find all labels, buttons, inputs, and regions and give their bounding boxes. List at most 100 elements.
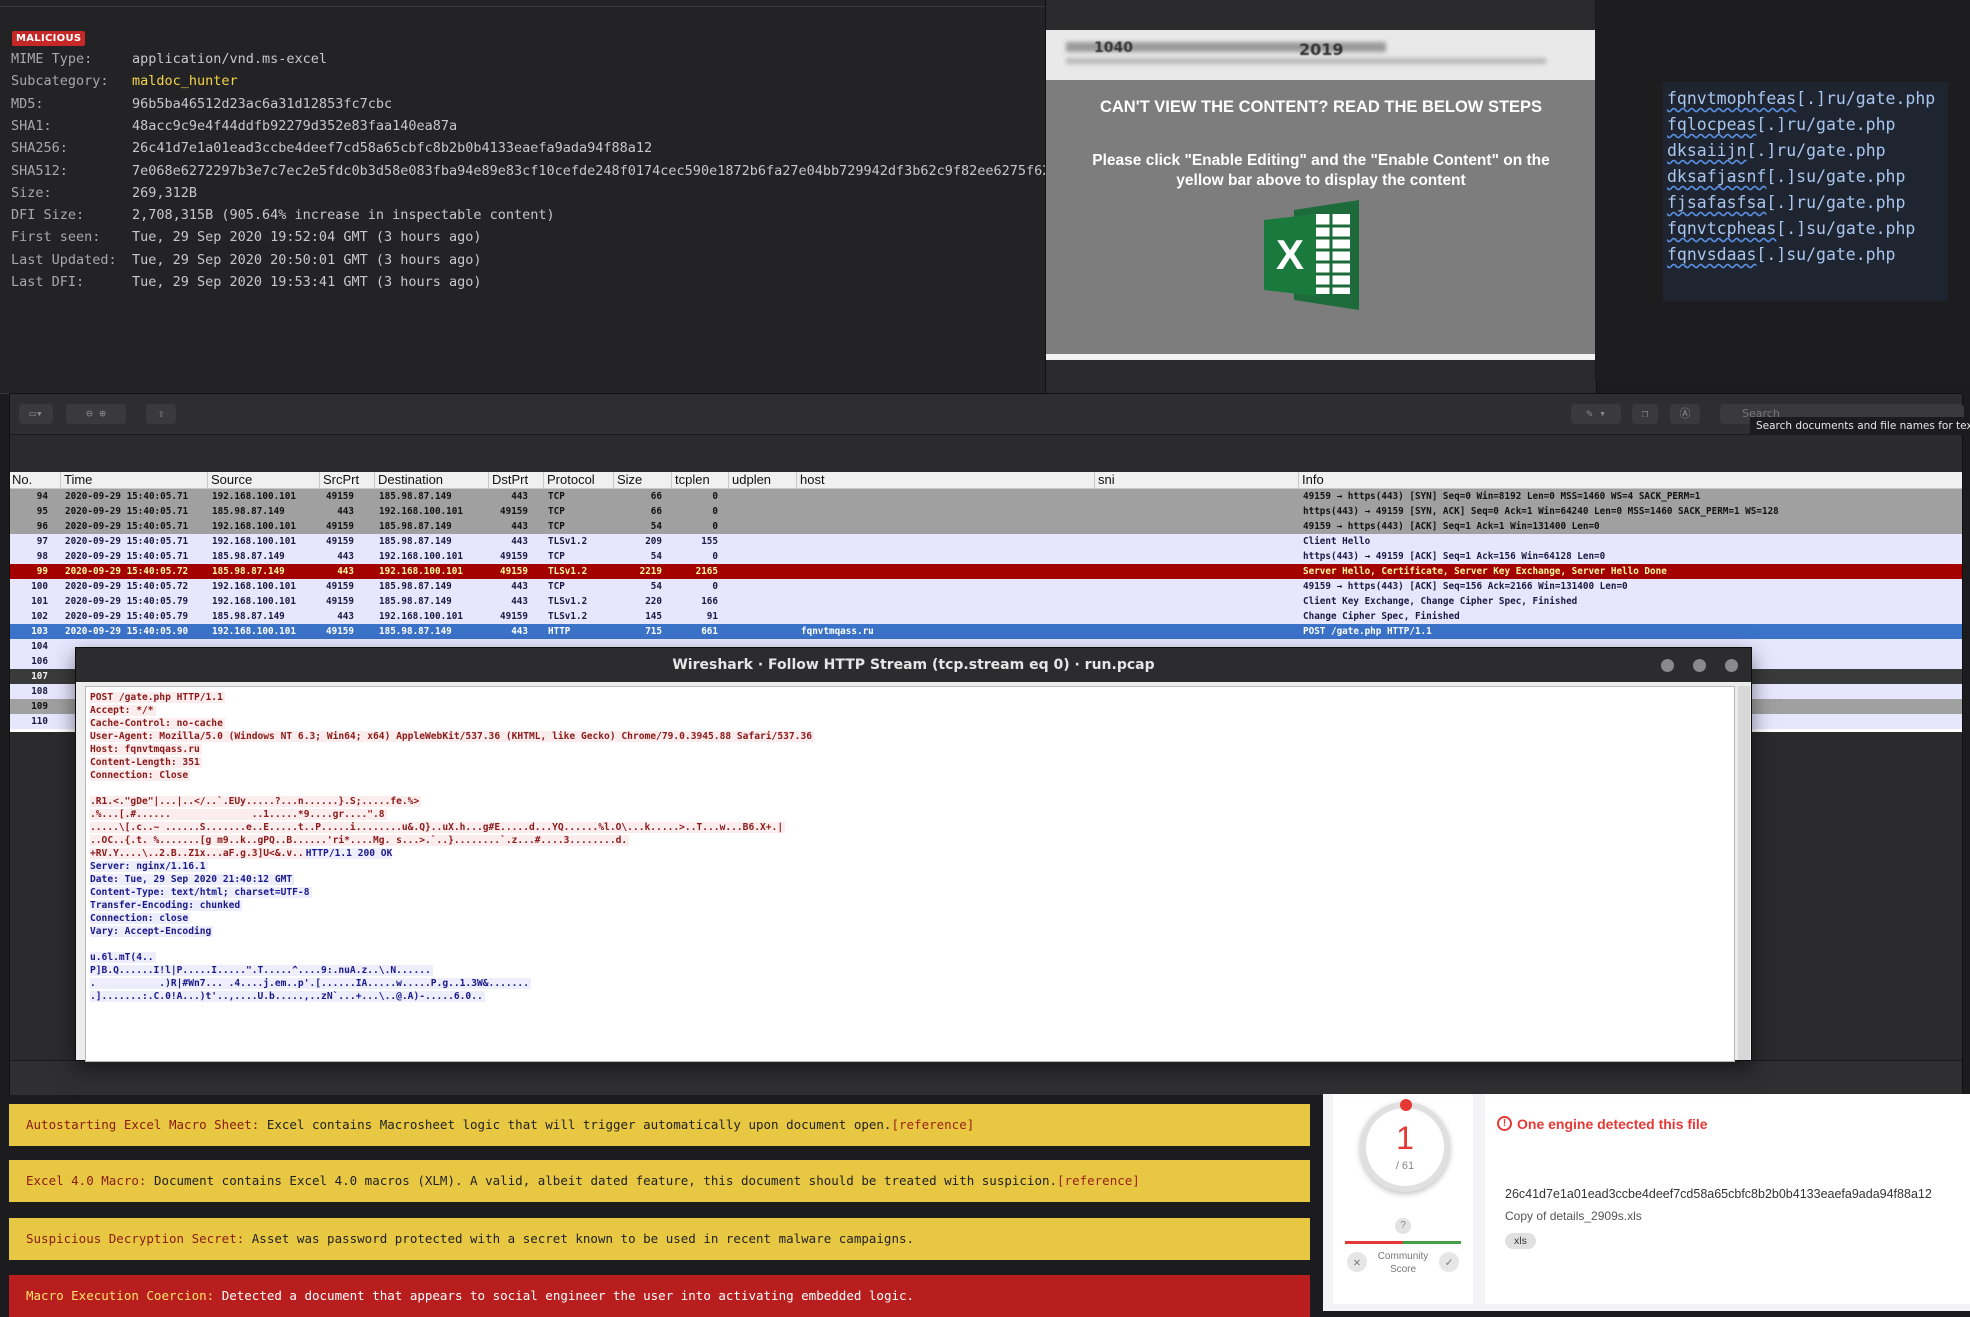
zoom-buttons[interactable]: ⊖ ⊕ — [66, 404, 126, 424]
packet-row[interactable]: 94 2020-09-29 15:40:05.71 192.168.100.101 4… — [10, 489, 1962, 504]
column-header[interactable]: Time — [64, 472, 92, 488]
finding-title: Macro Execution Coercion: — [26, 1288, 215, 1303]
ioc-url[interactable]: dksafjasnf[.]su/gate.php — [1663, 164, 1948, 190]
metadata-row: Subcategory: maldoc_hunter — [11, 73, 238, 89]
packet-no: 100 — [31, 581, 48, 592]
packet-src: 185.98.87.149 — [212, 611, 285, 622]
column-header[interactable]: SrcPrt — [323, 472, 359, 488]
malware-report-panel: MALICIOUS MIME Type: application/vnd.ms-e… — [0, 0, 1075, 394]
close-button[interactable] — [1725, 659, 1738, 672]
column-header[interactable]: Source — [211, 472, 252, 488]
community-help-icon[interactable]: ? — [1395, 1218, 1411, 1234]
maximize-button[interactable] — [1693, 659, 1706, 672]
alert-text: One engine detected this file — [1517, 1116, 1708, 1132]
packet-row[interactable]: 102 2020-09-29 15:40:05.79 185.98.87.149 44… — [10, 609, 1962, 624]
packet-no: 97 — [36, 536, 48, 547]
packet-no: 107 — [31, 671, 48, 682]
packet-row[interactable]: 95 2020-09-29 15:40:05.71 185.98.87.149 443… — [10, 504, 1962, 519]
column-header[interactable]: DstPrt — [492, 472, 528, 488]
filter-bar[interactable] — [10, 434, 1962, 467]
pen-button[interactable]: ✎ ▾ — [1571, 404, 1621, 424]
reference-link[interactable]: [reference] — [1057, 1173, 1140, 1188]
client-data: .R1.<."gDe"|...|..</..`.EUy.....?...n...… — [90, 796, 422, 807]
search-tooltip: Search documents and file names for tex — [1750, 417, 1970, 435]
column-header[interactable]: sni — [1098, 472, 1115, 488]
minimize-button[interactable] — [1661, 659, 1674, 672]
packet-sport: 49159 — [326, 521, 354, 532]
packet-time: 2020-09-29 15:40:05.71 — [65, 506, 189, 517]
column-header[interactable]: Size — [617, 472, 642, 488]
metadata-value: application/vnd.ms-excel — [132, 51, 328, 67]
packet-time: 2020-09-29 15:40:05.79 — [65, 596, 189, 607]
metadata-value[interactable]: 7e068e6272297b3e7c7ec2e5fdc0b3d58e083fba… — [132, 163, 1075, 179]
metadata-key: SHA256: — [11, 140, 68, 157]
column-header[interactable]: Protocol — [547, 472, 595, 488]
ioc-url[interactable]: fjsafasfsa[.]ru/gate.php — [1663, 190, 1948, 216]
vote-harmless-icon[interactable]: ✓ — [1439, 1252, 1459, 1272]
packet-row[interactable]: 101 2020-09-29 15:40:05.79 192.168.100.101… — [10, 594, 1962, 609]
packet-src: 185.98.87.149 — [212, 551, 285, 562]
metadata-value: Tue, 29 Sep 2020 19:52:04 GMT (3 hours a… — [132, 229, 482, 246]
metadata-row: Last Updated: Tue, 29 Sep 2020 20:50:01 G… — [11, 252, 482, 268]
server-data: P]B.Q......I!l|P.....I.....".T.....^....… — [90, 965, 433, 976]
finding-title: Excel 4.0 Macro: — [26, 1173, 147, 1188]
detection-alert: ! One engine detected this file — [1485, 1094, 1970, 1154]
ioc-url[interactable]: fqnvtmophfeas[.]ru/gate.php — [1663, 86, 1948, 112]
packet-dst: 192.168.100.101 — [379, 566, 463, 577]
column-header[interactable]: udplen — [732, 472, 771, 488]
file-hash[interactable]: 26c41d7e1a01ead3ccbe4deef7cd58a65cbfc8b2… — [1505, 1187, 1932, 1201]
scrollbar[interactable] — [1738, 686, 1750, 1060]
ioc-url[interactable]: fqlocpeas[.]ru/gate.php — [1663, 112, 1948, 138]
packet-info: Client Key Exchange, Change Cipher Spec,… — [1303, 596, 1578, 607]
vote-harmful-icon[interactable]: ✕ — [1347, 1252, 1367, 1272]
stream-line: Content-Length: 351 — [90, 756, 202, 769]
packet-row[interactable]: 98 2020-09-29 15:40:05.71 185.98.87.149 443… — [10, 549, 1962, 564]
packet-row[interactable]: 97 2020-09-29 15:40:05.71 192.168.100.101 4… — [10, 534, 1962, 549]
finding-row: Suspicious Decryption Secret: Asset was … — [9, 1218, 1310, 1260]
metadata-key: SHA1: — [11, 117, 52, 134]
score-ring: 1 / 61 — [1360, 1099, 1450, 1192]
packet-time: 2020-09-29 15:40:05.71 — [65, 491, 189, 502]
copy-button[interactable]: ❐ — [1632, 404, 1658, 424]
packet-row[interactable]: 99 2020-09-29 15:40:05.72 185.98.87.149 443… — [10, 564, 1962, 579]
packet-dst: 192.168.100.101 — [379, 551, 463, 562]
ioc-url[interactable]: fqnvsdaas[.]su/gate.php — [1663, 242, 1948, 268]
sidebar-toggle-button[interactable]: ▭▾ — [19, 404, 53, 424]
column-header[interactable]: host — [800, 472, 825, 488]
markup-button[interactable]: Ⓐ — [1670, 404, 1700, 424]
ioc-path: [.]su/gate.php — [1766, 167, 1906, 186]
server-data: Content-Type: text/html; charset=UTF-8 — [90, 887, 312, 898]
stream-line: .R1.<."gDe"|...|..</..`.EUy.....?...n...… — [90, 795, 422, 808]
packet-sport: 443 — [337, 506, 354, 517]
finding-description: Document contains Excel 4.0 macros (XLM)… — [153, 1173, 1058, 1188]
client-data: Host: fqnvtmqass.ru — [90, 744, 202, 755]
lure-instructions: Please click "Enable Editing" and the "E… — [1092, 152, 1550, 189]
ioc-url[interactable]: fqnvtcpheas[.]su/gate.php — [1663, 216, 1948, 242]
stream-content[interactable]: POST /gate.php HTTP/1.1 Accept: */* Cache-… — [85, 686, 1735, 1062]
packet-row[interactable]: 96 2020-09-29 15:40:05.71 192.168.100.101 4… — [10, 519, 1962, 534]
packet-no: 102 — [31, 611, 48, 622]
packet-dport: 443 — [511, 521, 528, 532]
column-header[interactable]: Info — [1302, 472, 1324, 488]
metadata-value[interactable]: 26c41d7e1a01ead3ccbe4deef7cd58a65cbfc8b2… — [132, 140, 652, 156]
ioc-domain: dksafjasnf — [1667, 167, 1767, 186]
column-header[interactable]: Destination — [378, 472, 443, 488]
packet-sport: 443 — [337, 611, 354, 622]
column-header[interactable]: tcplen — [675, 472, 710, 488]
server-data: u.6l.mT(4.. — [90, 952, 156, 963]
metadata-row: SHA256: 26c41d7e1a01ead3ccbe4deef7cd58a65… — [11, 140, 652, 156]
reference-link[interactable]: [reference] — [891, 1117, 974, 1132]
metadata-value[interactable]: 96b5ba46512d23ac6a31d12853fc7cbc — [132, 96, 392, 112]
packet-row[interactable]: 103 2020-09-29 15:40:05.90 192.168.100.101… — [10, 624, 1962, 639]
ioc-url[interactable]: dksaiijn[.]ru/gate.php — [1663, 138, 1948, 164]
share-button[interactable]: ⇪ — [146, 404, 176, 424]
packet-row[interactable]: 100 2020-09-29 15:40:05.72 192.168.100.101… — [10, 579, 1962, 594]
column-header[interactable]: No. — [12, 472, 32, 488]
file-type-tag[interactable]: xls — [1505, 1233, 1536, 1249]
metadata-value[interactable]: 48acc9c9e4f44ddfb92279d352e83faa140ea87a — [132, 118, 457, 134]
ioc-domain: fqlocpeas — [1667, 115, 1757, 134]
client-data: User-Agent: Mozilla/5.0 (Windows NT 6.3;… — [90, 731, 814, 742]
client-data: +RV.Y....\..2.B..Z1x...aF.g.3]U<&.v.. — [90, 848, 306, 859]
packet-tcplen: 0 — [712, 506, 718, 517]
